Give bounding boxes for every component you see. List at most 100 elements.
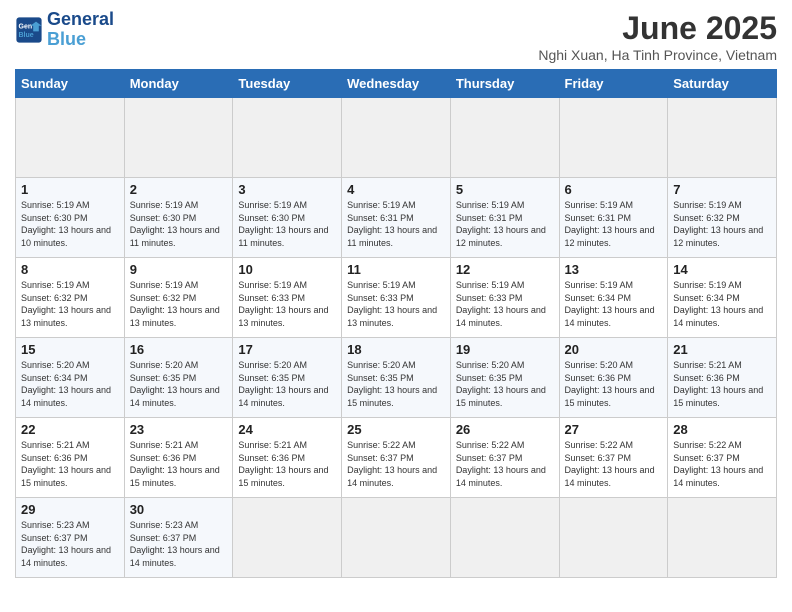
day-detail: Sunrise: 5:19 AMSunset: 6:34 PMDaylight:… <box>565 279 663 329</box>
calendar-cell <box>450 98 559 178</box>
header-row: Sunday Monday Tuesday Wednesday Thursday… <box>16 70 777 98</box>
calendar-week-3: 15 Sunrise: 5:20 AMSunset: 6:34 PMDayligh… <box>16 338 777 418</box>
day-number: 15 <box>21 342 119 357</box>
calendar-cell <box>233 498 342 578</box>
page-header: Gen Blue General Blue June 2025 Nghi Xua… <box>15 10 777 63</box>
day-number: 19 <box>456 342 554 357</box>
day-detail: Sunrise: 5:19 AMSunset: 6:32 PMDaylight:… <box>21 279 119 329</box>
calendar-cell <box>450 498 559 578</box>
day-detail: Sunrise: 5:23 AMSunset: 6:37 PMDaylight:… <box>130 519 228 569</box>
day-detail: Sunrise: 5:19 AMSunset: 6:33 PMDaylight:… <box>347 279 445 329</box>
calendar-cell: 19 Sunrise: 5:20 AMSunset: 6:35 PMDayligh… <box>450 338 559 418</box>
day-detail: Sunrise: 5:21 AMSunset: 6:36 PMDaylight:… <box>238 439 336 489</box>
calendar-cell: 9 Sunrise: 5:19 AMSunset: 6:32 PMDaylight… <box>124 258 233 338</box>
day-detail: Sunrise: 5:19 AMSunset: 6:31 PMDaylight:… <box>456 199 554 249</box>
day-detail: Sunrise: 5:22 AMSunset: 6:37 PMDaylight:… <box>673 439 771 489</box>
day-number: 14 <box>673 262 771 277</box>
calendar-subtitle: Nghi Xuan, Ha Tinh Province, Vietnam <box>538 47 777 63</box>
day-number: 21 <box>673 342 771 357</box>
day-detail: Sunrise: 5:19 AMSunset: 6:33 PMDaylight:… <box>238 279 336 329</box>
col-friday: Friday <box>559 70 668 98</box>
day-number: 18 <box>347 342 445 357</box>
day-detail: Sunrise: 5:19 AMSunset: 6:32 PMDaylight:… <box>130 279 228 329</box>
day-number: 25 <box>347 422 445 437</box>
calendar-week-4: 22Sunrise: 5:21 AMSunset: 6:36 PMDayligh… <box>16 418 777 498</box>
day-number: 6 <box>565 182 663 197</box>
day-number: 11 <box>347 262 445 277</box>
calendar-cell <box>233 98 342 178</box>
col-monday: Monday <box>124 70 233 98</box>
day-number: 2 <box>130 182 228 197</box>
calendar-cell: 14 Sunrise: 5:19 AMSunset: 6:34 PMDayligh… <box>668 258 777 338</box>
day-number: 7 <box>673 182 771 197</box>
calendar-cell: 8 Sunrise: 5:19 AMSunset: 6:32 PMDaylight… <box>16 258 125 338</box>
col-sunday: Sunday <box>16 70 125 98</box>
day-number: 4 <box>347 182 445 197</box>
calendar-cell: 29 Sunrise: 5:23 AMSunset: 6:37 PMDayligh… <box>16 498 125 578</box>
day-number: 30 <box>130 502 228 517</box>
calendar-week-1: 1Sunrise: 5:19 AMSunset: 6:30 PMDaylight… <box>16 178 777 258</box>
day-detail: Sunrise: 5:20 AMSunset: 6:35 PMDaylight:… <box>456 359 554 409</box>
day-detail: Sunrise: 5:20 AMSunset: 6:34 PMDaylight:… <box>21 359 119 409</box>
calendar-table: Sunday Monday Tuesday Wednesday Thursday… <box>15 69 777 578</box>
calendar-cell <box>16 98 125 178</box>
day-detail: Sunrise: 5:21 AMSunset: 6:36 PMDaylight:… <box>673 359 771 409</box>
calendar-cell: 16 Sunrise: 5:20 AMSunset: 6:35 PMDayligh… <box>124 338 233 418</box>
calendar-cell: 11 Sunrise: 5:19 AMSunset: 6:33 PMDayligh… <box>342 258 451 338</box>
day-detail: Sunrise: 5:20 AMSunset: 6:35 PMDaylight:… <box>347 359 445 409</box>
day-detail: Sunrise: 5:21 AMSunset: 6:36 PMDaylight:… <box>21 439 119 489</box>
day-detail: Sunrise: 5:23 AMSunset: 6:37 PMDaylight:… <box>21 519 119 569</box>
day-number: 29 <box>21 502 119 517</box>
calendar-cell: 6 Sunrise: 5:19 AMSunset: 6:31 PMDaylight… <box>559 178 668 258</box>
calendar-cell: 12 Sunrise: 5:19 AMSunset: 6:33 PMDayligh… <box>450 258 559 338</box>
svg-text:Blue: Blue <box>19 32 34 39</box>
calendar-cell: 15 Sunrise: 5:20 AMSunset: 6:34 PMDayligh… <box>16 338 125 418</box>
day-detail: Sunrise: 5:21 AMSunset: 6:36 PMDaylight:… <box>130 439 228 489</box>
calendar-cell: 22Sunrise: 5:21 AMSunset: 6:36 PMDayligh… <box>16 418 125 498</box>
logo-line2: Blue <box>47 29 86 49</box>
day-detail: Sunrise: 5:19 AMSunset: 6:30 PMDaylight:… <box>130 199 228 249</box>
svg-text:Gen: Gen <box>19 23 33 30</box>
calendar-cell <box>342 98 451 178</box>
calendar-cell: 25 Sunrise: 5:22 AMSunset: 6:37 PMDayligh… <box>342 418 451 498</box>
calendar-cell: 10 Sunrise: 5:19 AMSunset: 6:33 PMDayligh… <box>233 258 342 338</box>
day-number: 23 <box>130 422 228 437</box>
day-number: 8 <box>21 262 119 277</box>
day-detail: Sunrise: 5:20 AMSunset: 6:35 PMDaylight:… <box>238 359 336 409</box>
day-detail: Sunrise: 5:19 AMSunset: 6:31 PMDaylight:… <box>565 199 663 249</box>
col-wednesday: Wednesday <box>342 70 451 98</box>
calendar-cell: 13Sunrise: 5:19 AMSunset: 6:34 PMDayligh… <box>559 258 668 338</box>
day-number: 3 <box>238 182 336 197</box>
day-number: 20 <box>565 342 663 357</box>
logo: Gen Blue General Blue <box>15 10 114 50</box>
day-detail: Sunrise: 5:22 AMSunset: 6:37 PMDaylight:… <box>347 439 445 489</box>
calendar-header: Sunday Monday Tuesday Wednesday Thursday… <box>16 70 777 98</box>
day-number: 10 <box>238 262 336 277</box>
day-number: 9 <box>130 262 228 277</box>
day-detail: Sunrise: 5:20 AMSunset: 6:35 PMDaylight:… <box>130 359 228 409</box>
calendar-cell: 26Sunrise: 5:22 AMSunset: 6:37 PMDayligh… <box>450 418 559 498</box>
day-detail: Sunrise: 5:20 AMSunset: 6:36 PMDaylight:… <box>565 359 663 409</box>
calendar-week-5: 29 Sunrise: 5:23 AMSunset: 6:37 PMDayligh… <box>16 498 777 578</box>
calendar-cell <box>559 98 668 178</box>
calendar-body: 1Sunrise: 5:19 AMSunset: 6:30 PMDaylight… <box>16 98 777 578</box>
day-detail: Sunrise: 5:19 AMSunset: 6:34 PMDaylight:… <box>673 279 771 329</box>
day-number: 17 <box>238 342 336 357</box>
col-tuesday: Tuesday <box>233 70 342 98</box>
day-number: 5 <box>456 182 554 197</box>
calendar-cell: 17 Sunrise: 5:20 AMSunset: 6:35 PMDayligh… <box>233 338 342 418</box>
day-detail: Sunrise: 5:22 AMSunset: 6:37 PMDaylight:… <box>456 439 554 489</box>
day-number: 16 <box>130 342 228 357</box>
calendar-cell <box>668 98 777 178</box>
calendar-week-0 <box>16 98 777 178</box>
col-saturday: Saturday <box>668 70 777 98</box>
calendar-cell: 18 Sunrise: 5:20 AMSunset: 6:35 PMDayligh… <box>342 338 451 418</box>
calendar-cell: 28Sunrise: 5:22 AMSunset: 6:37 PMDayligh… <box>668 418 777 498</box>
calendar-cell <box>124 98 233 178</box>
calendar-cell: 7Sunrise: 5:19 AMSunset: 6:32 PMDaylight… <box>668 178 777 258</box>
day-number: 12 <box>456 262 554 277</box>
title-area: June 2025 Nghi Xuan, Ha Tinh Province, V… <box>538 10 777 63</box>
logo-text: General Blue <box>47 10 114 50</box>
day-detail: Sunrise: 5:19 AMSunset: 6:33 PMDaylight:… <box>456 279 554 329</box>
calendar-cell: 27Sunrise: 5:22 AMSunset: 6:37 PMDayligh… <box>559 418 668 498</box>
